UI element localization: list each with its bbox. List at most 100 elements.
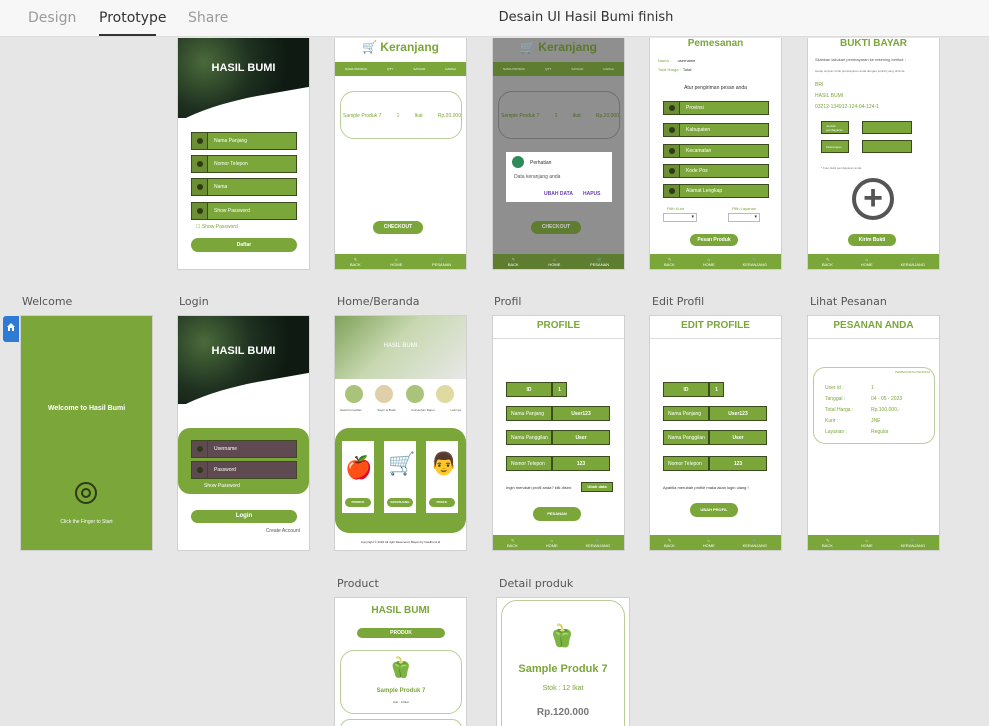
product-stock: Ikat : 12Ikat (393, 700, 409, 704)
cart-item-card-dim: Sample Produk 7 1 Ikat Rp.20.000 (498, 91, 620, 139)
prototype-canvas[interactable]: HASIL BUMI Nama Panjang Nomor Telepon Na… (0, 38, 989, 726)
label-product: Product (337, 577, 379, 590)
checkout-button-dim: CHECKOUT (531, 221, 581, 234)
dialog-message: Data keranjang anda (514, 174, 561, 180)
artboard-register[interactable]: HASIL BUMI Nama Panjang Nomor Telepon Na… (178, 38, 309, 269)
card-produk[interactable]: 🍎 PRODUK (342, 441, 374, 513)
bukti-jumlah-row[interactable]: Jumlah pembayaran (821, 121, 927, 134)
edit-row-telepon[interactable]: Nomor Telepon 123 (663, 456, 767, 471)
dialog-ubah-button[interactable]: UBAH DATA (544, 191, 573, 197)
bukti-line2: Harap simpan struk pembayaran anda denga… (815, 69, 905, 73)
dialog-hapus-button[interactable]: HAPUS (583, 191, 601, 197)
pesanan-button[interactable]: PESANAN (533, 507, 581, 521)
artboard-lihat-pesanan[interactable]: PESANAN ANDA PEMBAYARAN PENDING User id … (808, 316, 939, 550)
checkout-button[interactable]: CHECKOUT (373, 221, 423, 234)
detail-product-image: 🫑 (548, 623, 576, 648)
register-field-nama-panjang[interactable]: Nama Panjang (191, 132, 297, 150)
product-image: 🫑 (388, 657, 413, 679)
cart-item-card[interactable]: Sample Produk 7 1 Ikat Rp.20.000 (340, 91, 462, 139)
pesan-produk-button[interactable]: Pesan Produk (690, 234, 738, 246)
category-icon-4[interactable] (436, 385, 454, 403)
bottom-nav: ↰ BACK ⌂ HOME 🛒 KERANJANG (650, 535, 781, 550)
product-card[interactable]: 🫑 Sample Produk 7 Ikat : 12Ikat (340, 650, 462, 714)
username-field[interactable]: Username (191, 440, 297, 458)
home-screen-flag-icon[interactable] (3, 316, 19, 342)
artboard-keranjang-dialog[interactable]: 🛒 Keranjang NAMA PRODUK QTY SATUAN HARGA… (493, 38, 624, 269)
artboard-pemesanan[interactable]: Pemesanan Nama : username Total Harga : … (650, 38, 781, 269)
edit-id-row: ID 1 (663, 382, 724, 397)
add-photo-icon[interactable]: + (852, 178, 894, 220)
register-field-password[interactable]: Show Password (191, 202, 297, 220)
bottom-nav: ↰ BACK ⌂ HOME 🛒 KERANJANG (808, 254, 939, 269)
nav-back[interactable]: ↰ BACK (350, 257, 361, 267)
top-bar: Design Prototype Share Desain UI Hasil B… (0, 0, 989, 37)
login-show-password[interactable]: Show Password (204, 483, 240, 489)
bottom-nav: ↰ BACK ⌂ HOME 🛒 KERANJANG (650, 254, 781, 269)
artboard-product[interactable]: HASIL BUMI PRODUK 🫑 Sample Produk 7 Ikat… (335, 598, 466, 726)
product-name: Sample Produk 7 (376, 688, 426, 694)
profile-note: Ingin merubah profil anda? klik disini: (506, 485, 572, 490)
pilih-kurir-label: Pilih Kurir (667, 206, 685, 211)
ubah-data-button[interactable]: Ubah data (581, 482, 613, 492)
home-banner-text: HASIL BUMI (383, 343, 418, 349)
artboard-detail-produk[interactable]: 🫑 Sample Produk 7 Stok : 12 Ikat Rp.120.… (497, 598, 629, 726)
daftar-button[interactable]: Daftar (191, 238, 297, 252)
show-password-checkbox[interactable]: ☐ Show Password (196, 224, 238, 230)
profile-row-panggilan: Nama Panggilan User (506, 430, 610, 445)
password-field[interactable]: Password (191, 461, 297, 479)
edit-row-panggilan[interactable]: Nama Panggilan User (663, 430, 767, 445)
field-kecamatan[interactable]: Kecamatan (663, 144, 769, 158)
bukti-keterangan-row[interactable]: Keterangan (821, 140, 927, 153)
fingerprint-icon[interactable] (75, 482, 97, 504)
bukti-note: * Foto bukti pembayaran anda (821, 166, 862, 170)
category-icon-3[interactable] (406, 385, 424, 403)
login-button[interactable]: Login (191, 510, 297, 523)
welcome-text: Welcome to Hasil Bumi (47, 405, 126, 412)
category-icon-1[interactable] (345, 385, 363, 403)
field-kode-pos[interactable]: Kode Pos (663, 164, 769, 178)
keranjang-title: 🛒 Keranjang (362, 40, 439, 54)
edit-profile-title: EDIT PROFILE (681, 320, 750, 331)
pilih-layanan-label: Pilih Layanan (732, 206, 757, 211)
product-card-2[interactable] (340, 719, 462, 726)
label-lihat-pesanan: Lihat Pesanan (810, 295, 887, 308)
pesanan-card[interactable]: PEMBAYARAN PENDING User id : Tanggal : T… (813, 367, 935, 444)
artboard-bukti-bayar[interactable]: BUKTI BAYAR Silahkan lakukan pembayaran … (808, 38, 939, 269)
pilih-kurir-select[interactable]: ▾ (663, 213, 697, 222)
artboard-edit-profil[interactable]: EDIT PROFILE ID 1 Nama Panjang User123 Nam… (650, 316, 781, 550)
leaf-image (178, 38, 309, 118)
create-account-link[interactable]: Create Account (266, 528, 300, 534)
detail-card: 🫑 Sample Produk 7 Stok : 12 Ikat Rp.120.… (501, 600, 625, 726)
card-profil[interactable]: 👨 PROFIL (426, 441, 458, 513)
artboard-login[interactable]: HASIL BUMI Username Password Show Passwo… (178, 316, 309, 550)
artboard-welcome[interactable]: Welcome to Hasil Bumi Click the Finger t… (21, 316, 152, 550)
keranjang-header-row: NAMA PRODUK QTY SATUAN HARGA (335, 62, 466, 76)
artboard-keranjang[interactable]: 🛒 Keranjang NAMA PRODUK QTY SATUAN HARGA… (335, 38, 466, 269)
pemesanan-title: Pemesanan (687, 38, 744, 49)
field-alamat[interactable]: Alamat Lengkap (663, 184, 769, 198)
kirim-bukti-button[interactable]: Kirim Bukti (848, 234, 896, 246)
label-home: Home/Beranda (337, 295, 420, 308)
pesanan-values: 1 04 - 05 - 2023 Rp.100.000,- JNE Regula… (871, 385, 903, 435)
register-field-nama[interactable]: Nama (191, 178, 297, 196)
nav-home[interactable]: ⌂ HOME (390, 257, 402, 267)
active-tab-indicator (99, 34, 156, 36)
field-provinsi[interactable]: Provinsi (663, 101, 769, 115)
leaf-image (178, 316, 309, 404)
field-kabupaten[interactable]: Kabupaten (663, 123, 769, 137)
category-icon-2[interactable] (375, 385, 393, 403)
bukti-title: BUKTI BAYAR (839, 38, 908, 49)
edit-row-nama[interactable]: Nama Panjang User123 (663, 406, 767, 421)
nav-pesanan[interactable]: 🛒 PESANAN (432, 257, 451, 267)
artboard-home[interactable]: HASIL BUMI Hasil Komoditas Sayur & Buah Ke… (335, 316, 466, 550)
register-field-telepon[interactable]: Nomor Telepon (191, 155, 297, 173)
user-avatar-icon: 👨 (430, 451, 458, 476)
ubah-profil-button[interactable]: UBAH PROFIL (690, 503, 738, 517)
label-login: Login (179, 295, 209, 308)
pilih-layanan-select[interactable]: ▾ (728, 213, 760, 222)
artboard-profil[interactable]: PROFILE ID 1 Nama Panjang User123 Nama Pan… (493, 316, 624, 550)
pemesanan-subtitle: Atur pengiriman pesan anda (684, 85, 747, 91)
card-keranjang[interactable]: 🛒 KERANJANG (384, 441, 416, 513)
category-labels: Hasil Komoditas Sayur & Buah Kebutuhan Dap… (340, 408, 461, 412)
app-logo-icon (512, 156, 524, 168)
